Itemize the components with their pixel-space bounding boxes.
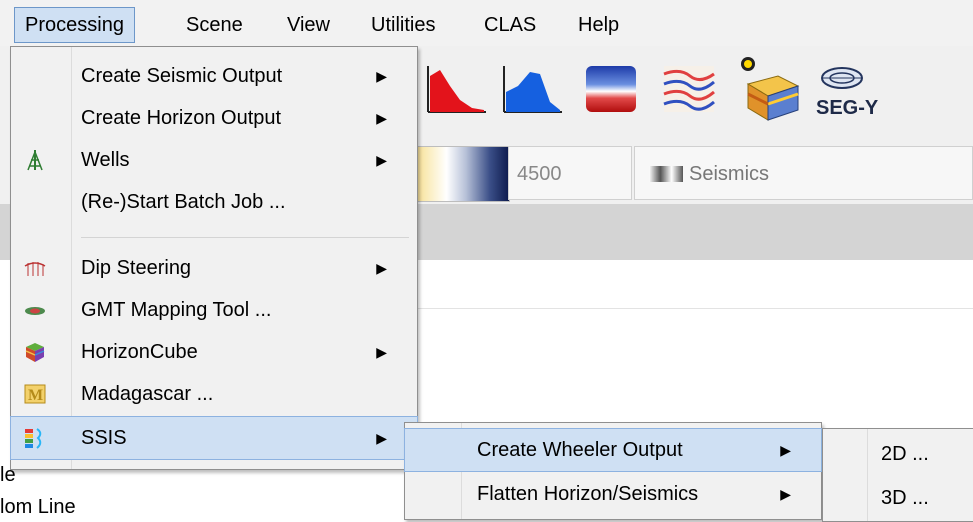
menu-item-horizoncube[interactable]: HorizonCube ▶ bbox=[11, 331, 417, 373]
menu-item-create-wheeler-output[interactable]: Create Wheeler Output ▶ bbox=[404, 428, 822, 472]
menu-item-label: GMT Mapping Tool ... bbox=[81, 299, 272, 321]
menu-item-label: Wells bbox=[81, 149, 130, 171]
colorbar[interactable] bbox=[412, 146, 510, 202]
menu-item-create-horizon-output[interactable]: Create Horizon Output ▶ bbox=[11, 97, 417, 139]
segy-icon[interactable]: SEG-Y bbox=[812, 58, 882, 122]
menu-item-flatten-horizon-seismics[interactable]: Flatten Horizon/Seismics ▶ bbox=[405, 473, 821, 515]
dip-steering-icon bbox=[24, 262, 46, 276]
menu-item-madagascar[interactable]: M Madagascar ... bbox=[11, 373, 417, 415]
svg-text:M: M bbox=[28, 387, 43, 404]
submenu-arrow-icon: ▶ bbox=[376, 430, 387, 446]
volume-light-icon[interactable] bbox=[734, 54, 804, 124]
menu-item-label: Create Seismic Output bbox=[81, 65, 283, 87]
menu-item-create-seismic-output[interactable]: Create Seismic Output ▶ bbox=[11, 55, 417, 97]
processing-menu: Create Seismic Output ▶ Create Horizon O… bbox=[10, 46, 418, 470]
menu-scene[interactable]: Scene bbox=[176, 7, 253, 43]
well-icon bbox=[27, 150, 43, 171]
horizoncube-icon bbox=[25, 343, 45, 362]
seismics-label: Seismics bbox=[689, 163, 770, 185]
menu-item-label: Create Horizon Output bbox=[81, 107, 282, 129]
menu-item-wells[interactable]: Wells ▶ bbox=[11, 139, 417, 181]
submenu-arrow-icon: ▶ bbox=[376, 344, 387, 360]
submenu-arrow-icon: ▶ bbox=[376, 68, 387, 84]
menu-item-3d[interactable]: 3D ... bbox=[823, 477, 973, 519]
menu-item-label: HorizonCube bbox=[81, 341, 198, 363]
menu-item-restart-batch-job[interactable]: (Re-)Start Batch Job ... bbox=[11, 181, 417, 223]
menu-item-label: 2D ... bbox=[881, 443, 929, 465]
wheeler-submenu: 2D ... 3D ... bbox=[822, 428, 973, 522]
menu-separator bbox=[81, 237, 409, 238]
menu-item-2d[interactable]: 2D ... bbox=[823, 433, 973, 475]
menu-help[interactable]: Help bbox=[568, 7, 629, 43]
divider bbox=[418, 308, 973, 309]
colorbar-value-field[interactable]: 4500 bbox=[508, 146, 632, 200]
menu-item-gmt-mapping-tool[interactable]: GMT Mapping Tool ... bbox=[11, 289, 417, 331]
menu-bar: Processing Scene View Utilities CLAS Hel… bbox=[0, 0, 973, 46]
segy-label: SEG-Y bbox=[816, 97, 879, 119]
menu-view[interactable]: View bbox=[277, 7, 340, 43]
colortable-icon[interactable] bbox=[582, 60, 640, 118]
menu-item-label: Flatten Horizon/Seismics bbox=[477, 483, 699, 505]
madagascar-icon: M bbox=[24, 384, 46, 404]
menu-item-label: Dip Steering bbox=[81, 257, 192, 279]
submenu-arrow-icon: ▶ bbox=[780, 442, 791, 458]
submenu-arrow-icon: ▶ bbox=[780, 486, 791, 502]
menu-item-label: 3D ... bbox=[881, 487, 929, 509]
seismic-section-icon[interactable] bbox=[660, 60, 718, 118]
menu-item-label: (Re-)Start Batch Job ... bbox=[81, 191, 286, 213]
ssis-icon bbox=[25, 428, 42, 449]
menu-item-label: Create Wheeler Output bbox=[477, 439, 683, 461]
red-histogram-icon[interactable] bbox=[424, 62, 490, 116]
gmt-icon bbox=[25, 307, 45, 315]
menu-item-ssis[interactable]: SSIS ▶ bbox=[10, 416, 418, 460]
menu-clas[interactable]: CLAS bbox=[474, 7, 546, 43]
menu-utilities[interactable]: Utilities bbox=[361, 7, 445, 43]
menu-processing[interactable]: Processing bbox=[14, 7, 135, 43]
ssis-submenu: Create Wheeler Output ▶ Flatten Horizon/… bbox=[404, 422, 822, 520]
submenu-arrow-icon: ▶ bbox=[376, 152, 387, 168]
submenu-arrow-icon: ▶ bbox=[376, 260, 387, 276]
menu-item-dip-steering[interactable]: Dip Steering ▶ bbox=[11, 247, 417, 289]
seismics-colortable-selector[interactable]: Seismics bbox=[634, 146, 973, 200]
tree-item[interactable]: lom Line bbox=[0, 496, 76, 519]
menu-item-label: Madagascar ... bbox=[81, 383, 214, 405]
grey-ramp-icon bbox=[649, 166, 683, 182]
menu-item-label: SSIS bbox=[81, 427, 127, 449]
blue-histogram-icon[interactable] bbox=[500, 62, 566, 116]
submenu-arrow-icon: ▶ bbox=[376, 110, 387, 126]
